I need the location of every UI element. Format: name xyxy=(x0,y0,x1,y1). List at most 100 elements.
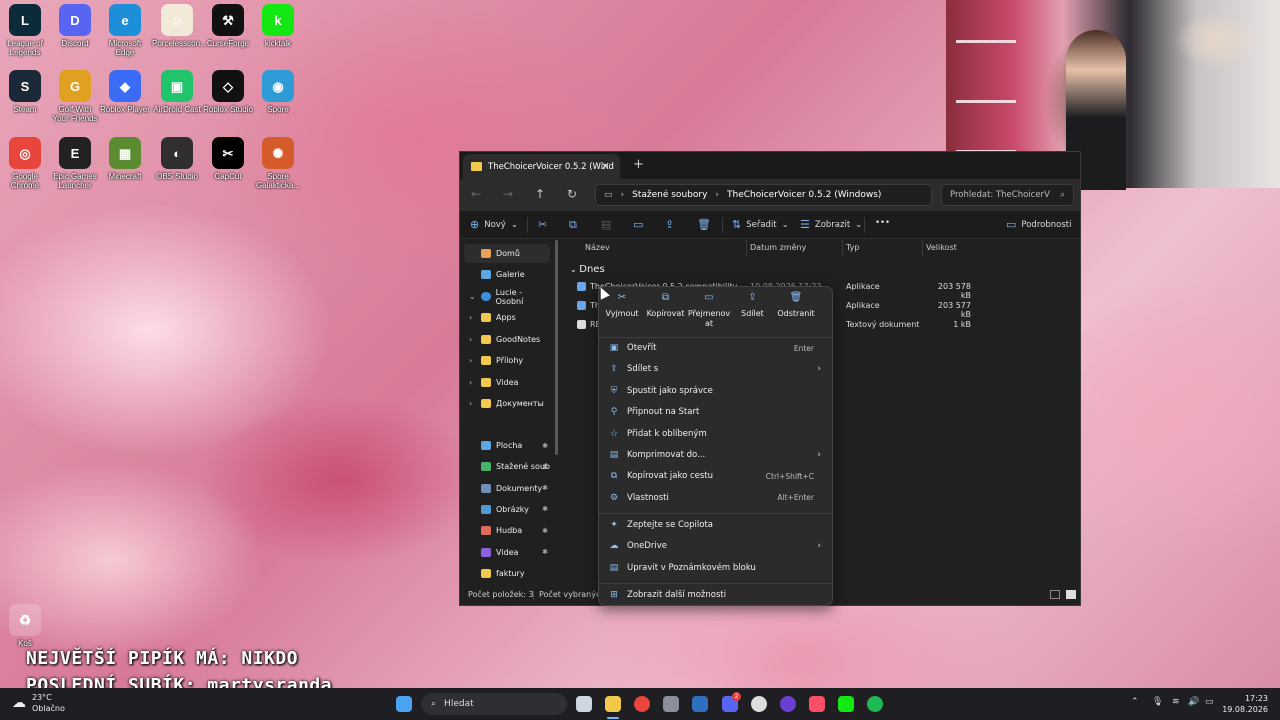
quick-access-item[interactable]: Plocha ✱ xyxy=(464,436,550,455)
search-input[interactable]: Prohledat: TheChoicerV ⌕ xyxy=(941,184,1074,206)
nav-folder[interactable]: › Přílohy xyxy=(464,351,550,370)
context-menu-item[interactable]: ▤ Komprimovat do... › xyxy=(609,445,824,465)
desktop-icon[interactable]: k kicktalk xyxy=(253,4,303,48)
nav-gallery[interactable]: Galerie xyxy=(464,265,550,284)
app-taskbar-icon[interactable] xyxy=(780,696,796,712)
copy-action[interactable]: ⧉ Kopírovat xyxy=(641,293,691,319)
view-button[interactable]: ☰ Zobrazit ⌄ xyxy=(800,218,862,231)
quick-access-item[interactable]: Hudba ✱ xyxy=(464,521,550,540)
music-taskbar-icon[interactable] xyxy=(809,696,825,712)
delete-button[interactable]: 🗑 xyxy=(697,218,711,231)
nav-folder[interactable]: › GoodNotes xyxy=(464,330,550,349)
pin-icon[interactable]: ✱ xyxy=(542,505,548,513)
photos-taskbar-icon[interactable] xyxy=(692,696,708,712)
desktop-icon[interactable]: ▦ Minecraft xyxy=(100,137,150,181)
recycle-bin-icon[interactable]: ♻ Koš xyxy=(0,604,50,648)
context-menu-item[interactable]: ⚙ Vlastnosti Alt+Enter xyxy=(609,488,824,508)
context-menu-item[interactable]: ☆ Přidat k oblíbeným xyxy=(609,424,824,444)
battery-icon[interactable]: ▭ xyxy=(1205,697,1214,707)
share-button[interactable]: ⇪ xyxy=(665,218,674,231)
back-arrow-icon[interactable]: ← xyxy=(471,187,481,201)
nav-onedrive[interactable]: ⌄ Lucie - Osobní xyxy=(464,287,550,306)
file-explorer-taskbar-icon[interactable] xyxy=(605,696,621,712)
wifi-icon[interactable]: ≋ xyxy=(1172,697,1180,707)
desktop-icon[interactable]: ◎ Google Chrome xyxy=(0,137,50,190)
sort-button[interactable]: ⇅ Seřadit ⌄ xyxy=(732,218,789,231)
show-more-options-item[interactable]: ⊞ Zobrazit další možnosti xyxy=(609,585,824,605)
desktop-icon[interactable]: E Epic Games Launcher xyxy=(50,137,100,190)
column-size[interactable]: Velikost xyxy=(926,243,957,252)
pin-icon[interactable]: ✱ xyxy=(542,442,548,450)
clock[interactable]: 17:23 19.08.2026 xyxy=(1222,693,1268,715)
close-tab-icon[interactable]: ✕ xyxy=(601,160,610,173)
desktop-icon[interactable]: L League of Legends xyxy=(0,4,50,57)
new-button[interactable]: ⊕ Nový ⌄ xyxy=(470,218,518,231)
chevron-up-icon[interactable]: ⌃ xyxy=(1131,697,1139,707)
column-type[interactable]: Typ xyxy=(846,243,859,252)
desktop-icon[interactable]: ⚒ CurseForge xyxy=(203,4,253,48)
details-button[interactable]: ▭ Podrobnosti xyxy=(1006,218,1071,231)
desktop-icon[interactable]: ◐ OBS Studio xyxy=(152,137,202,181)
quick-access-item[interactable]: faktury xyxy=(464,564,550,583)
context-menu-item[interactable]: ☁ OneDrive › xyxy=(609,536,824,556)
desktop-icon[interactable]: ▣ AirDroid Cast xyxy=(152,70,202,114)
nav-scrollbar[interactable] xyxy=(555,240,558,455)
quick-access-item[interactable]: Dokumenty ✱ xyxy=(464,479,550,498)
taskbar-search[interactable]: ⌕ Hledat xyxy=(421,693,567,715)
details-view-icon[interactable] xyxy=(1050,590,1060,599)
quick-access-item[interactable]: Stažené soub ✱ xyxy=(464,457,550,476)
breadcrumb-folder[interactable]: TheChoicerVoicer 0.5.2 (Windows) xyxy=(727,190,881,200)
weather-widget[interactable]: ☁ 23°C Oblačno xyxy=(12,692,65,714)
trash-action[interactable]: 🗑 Odstranit xyxy=(771,293,821,319)
paste-button[interactable]: ▤ xyxy=(601,218,611,231)
context-menu-item[interactable]: ⇪ Sdílet s › xyxy=(609,359,824,379)
share-action[interactable]: ⇪ Sdílet xyxy=(728,293,778,319)
desktop-icon[interactable]: ✺ Spore Galaktická... xyxy=(253,137,303,190)
desktop-icon[interactable]: ✂ CapCut xyxy=(203,137,253,181)
context-menu-item[interactable]: ▣ Otevřít Enter xyxy=(609,338,824,358)
settings-taskbar-icon[interactable] xyxy=(663,696,679,712)
breadcrumb-downloads[interactable]: Stažené soubory xyxy=(632,190,707,200)
app-taskbar-icon[interactable] xyxy=(751,696,767,712)
desktop-icon[interactable]: D Discord xyxy=(50,4,100,48)
nav-folder[interactable]: › Apps xyxy=(464,308,550,327)
nav-folder[interactable]: › Videa xyxy=(464,373,550,392)
kick-taskbar-icon[interactable] xyxy=(838,696,854,712)
more-options-button[interactable]: ••• xyxy=(875,218,890,228)
desktop-icon[interactable]: ☺ Porcelesscon... xyxy=(152,4,207,48)
copy-button[interactable]: ⧉ xyxy=(569,218,577,232)
chrome-taskbar-icon[interactable] xyxy=(634,696,650,712)
pin-icon[interactable]: ✱ xyxy=(542,527,548,535)
cut-button[interactable]: ✂ xyxy=(538,218,547,231)
desktop-icon[interactable]: e Microsoft Edge xyxy=(100,4,150,57)
column-date[interactable]: Datum změny xyxy=(750,243,806,252)
column-name[interactable]: Název xyxy=(585,243,610,252)
task-view-icon[interactable] xyxy=(576,696,592,712)
pin-icon[interactable]: ✱ xyxy=(542,484,548,492)
up-arrow-icon[interactable]: ↑ xyxy=(535,187,545,201)
group-header[interactable]: ⌄ Dnes xyxy=(570,264,605,275)
nav-folder[interactable]: › Документы xyxy=(464,394,550,413)
spotify-taskbar-icon[interactable] xyxy=(867,696,883,712)
rename-action[interactable]: ▭ Přejmenov at xyxy=(684,293,734,329)
refresh-icon[interactable]: ↻ xyxy=(567,187,577,201)
quick-access-item[interactable]: Videa ✱ xyxy=(464,543,550,562)
context-menu-item[interactable]: ⧉ Kopírovat jako cestu Ctrl+Shift+C xyxy=(609,466,824,486)
start-button[interactable] xyxy=(396,696,412,712)
pin-icon[interactable]: ✱ xyxy=(542,548,548,556)
desktop-icon[interactable]: G Golf With Your Friends xyxy=(50,70,100,123)
address-bar[interactable]: ▭ › Stažené soubory › TheChoicerVoicer 0… xyxy=(595,184,932,206)
context-menu-item[interactable]: ⚲ Připnout na Start xyxy=(609,402,824,422)
nav-home[interactable]: Domů xyxy=(464,244,550,263)
quick-access-item[interactable]: Obrázky ✱ xyxy=(464,500,550,519)
desktop-icon[interactable]: ◇ Roblox Studio xyxy=(203,70,253,114)
microphone-icon[interactable]: 🎙 xyxy=(1152,697,1163,707)
rename-button[interactable]: ▭ xyxy=(633,218,643,231)
context-menu-item[interactable]: ▤ Upravit v Poznámkovém bloku xyxy=(609,558,824,578)
desktop-icon[interactable]: ◆ Roblox Player xyxy=(100,70,150,114)
tiles-view-icon[interactable] xyxy=(1066,590,1076,599)
volume-icon[interactable]: 🔊 xyxy=(1188,697,1199,707)
context-menu-item[interactable]: ✦ Zeptejte se Copilota xyxy=(609,515,824,535)
new-tab-button[interactable]: + xyxy=(633,157,644,172)
desktop-icon[interactable]: ◉ Spore xyxy=(253,70,303,114)
